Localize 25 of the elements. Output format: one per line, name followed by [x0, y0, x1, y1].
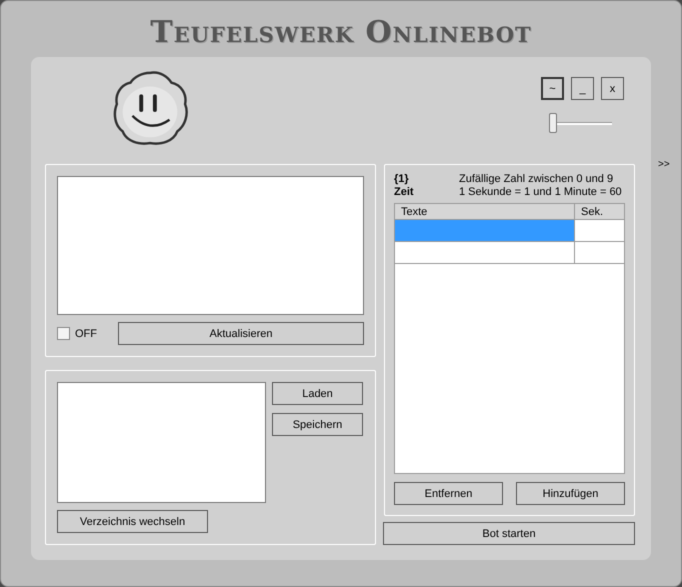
placeholder-description: 1 Sekunde = 1 und 1 Minute = 60 — [459, 186, 622, 199]
table-cell[interactable] — [395, 242, 575, 264]
cloud-face-icon — [111, 69, 189, 147]
checkbox-label: OFF — [75, 328, 97, 340]
column-header[interactable]: Sek. — [575, 204, 624, 220]
column-header[interactable]: Texte — [395, 204, 575, 220]
expand-toggle[interactable]: >> — [658, 159, 670, 170]
table-cell[interactable] — [395, 220, 575, 242]
window-button[interactable]: ~ — [541, 77, 564, 100]
table-action-button[interactable]: Hinzufügen — [516, 482, 625, 505]
placeholder-key: Zeit — [394, 186, 459, 199]
table-action-button[interactable]: Entfernen — [394, 482, 503, 505]
start-bot-button[interactable]: Bot starten — [383, 522, 635, 545]
load-button[interactable]: Laden — [272, 382, 363, 405]
window-button[interactable]: x — [601, 77, 624, 100]
placeholder-key: {1} — [394, 173, 459, 186]
placeholder-description: Zufällige Zahl zwischen 0 und 9 — [459, 173, 614, 186]
refresh-button[interactable]: Aktualisieren — [118, 322, 364, 345]
save-button[interactable]: Speichern — [272, 413, 363, 436]
checkbox[interactable] — [57, 327, 70, 340]
window-title: Teufelswerk Onlinebot — [150, 14, 532, 52]
file-list[interactable] — [57, 382, 266, 503]
window-button[interactable]: _ — [571, 77, 594, 100]
change-directory-button[interactable]: Verzeichnis wechseln — [57, 510, 208, 533]
log-text-area[interactable] — [57, 176, 364, 315]
